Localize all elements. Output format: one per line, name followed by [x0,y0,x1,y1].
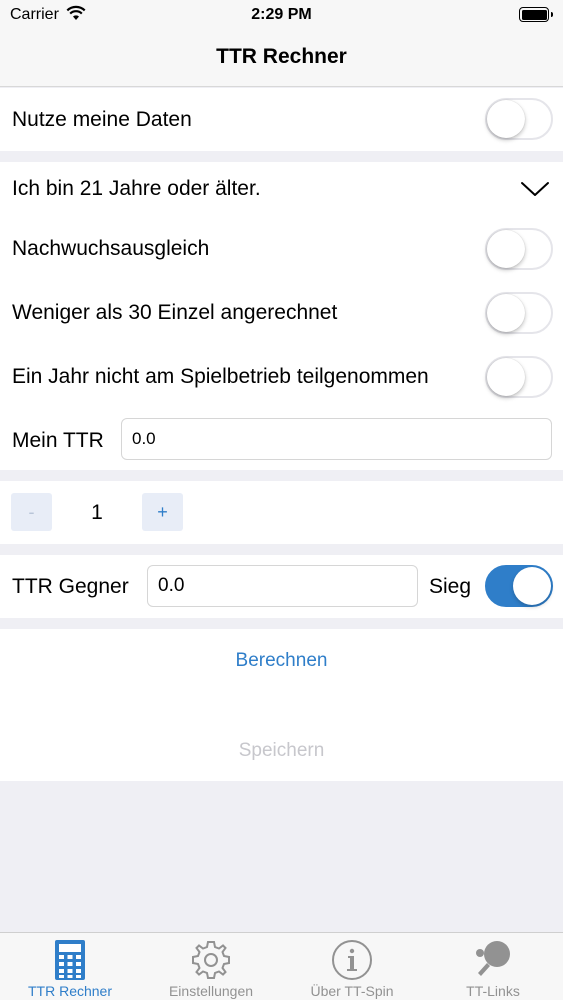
settings-section: Ich bin 21 Jahre oder älter. Nachwuchsau… [0,162,563,470]
increment-button[interactable]: + [142,493,183,531]
ping-pong-paddle-icon [472,939,514,986]
youth-compensation-row: Nachwuchsausgleich [0,220,563,284]
use-my-data-label: Nutze meine Daten [12,108,192,131]
calculate-button[interactable]: Berechnen [0,650,563,672]
win-label: Sieg [429,575,472,598]
navigation-bar: TTR Rechner [0,30,563,87]
stepper-value: 1 [91,501,103,524]
save-button[interactable]: Speichern [0,740,563,762]
status-bar: Carrier 2:29 PM [0,0,563,30]
tab-label: TT-Links [466,983,520,999]
tab-tt-links[interactable]: TT-Links [423,933,563,1000]
fewer-than-30-label: Weniger als 30 Einzel angerechnet [12,301,338,324]
stepper-section: - 1 + [0,481,563,544]
info-icon [331,939,373,986]
use-my-data-toggle[interactable] [485,98,553,140]
status-time: 2:29 PM [251,6,312,23]
opponent-ttr-input[interactable]: 0.0 [147,565,418,607]
opponent-ttr-label: TTR Gegner [12,575,129,598]
battery-icon [519,7,553,22]
tab-bar: TTR Rechner Einstellungen Über TT-Spin T… [0,932,563,1000]
youth-compensation-label: Nachwuchsausgleich [12,237,210,260]
calculator-icon [54,939,86,986]
one-year-inactive-row: Ein Jahr nicht am Spielbetrieb teilgenom… [0,348,563,412]
fewer-than-30-toggle[interactable] [485,292,553,334]
use-data-section: Nutze meine Daten [0,88,563,151]
toggle-knob [487,294,525,332]
tab-label: Einstellungen [168,983,254,999]
age-select-label: Ich bin 21 Jahre oder älter. [12,177,261,200]
youth-compensation-toggle[interactable] [485,228,553,270]
decrement-button[interactable]: - [11,493,52,531]
toggle-knob [487,230,525,268]
win-toggle[interactable] [485,565,553,607]
my-ttr-input[interactable]: 0.0 [121,418,552,460]
gear-icon [190,939,232,986]
my-ttr-label: Mein TTR [12,429,104,452]
my-ttr-row: Mein TTR 0.0 [0,412,563,470]
one-year-inactive-toggle[interactable] [485,356,553,398]
actions-section: Berechnen Speichern [0,629,563,781]
toggle-knob [513,567,551,605]
tab-label: Über TT-Spin [310,983,394,999]
fewer-than-30-row: Weniger als 30 Einzel angerechnet [0,284,563,348]
toggle-knob [487,358,525,396]
toggle-knob [487,100,525,138]
tab-einstellungen[interactable]: Einstellungen [141,933,281,1000]
one-year-inactive-label: Ein Jahr nicht am Spielbetrieb teilgenom… [12,365,429,388]
page-title: TTR Rechner [216,45,347,68]
tab-ueber-tt-spin[interactable]: Über TT-Spin [282,933,422,1000]
age-select-row[interactable]: Ich bin 21 Jahre oder älter. [0,162,563,220]
opponent-section: TTR Gegner 0.0 Sieg [0,555,563,618]
chevron-down-icon[interactable] [520,180,550,203]
tab-label: TTR Rechner [27,983,113,999]
tab-ttr-rechner[interactable]: TTR Rechner [0,933,140,1000]
